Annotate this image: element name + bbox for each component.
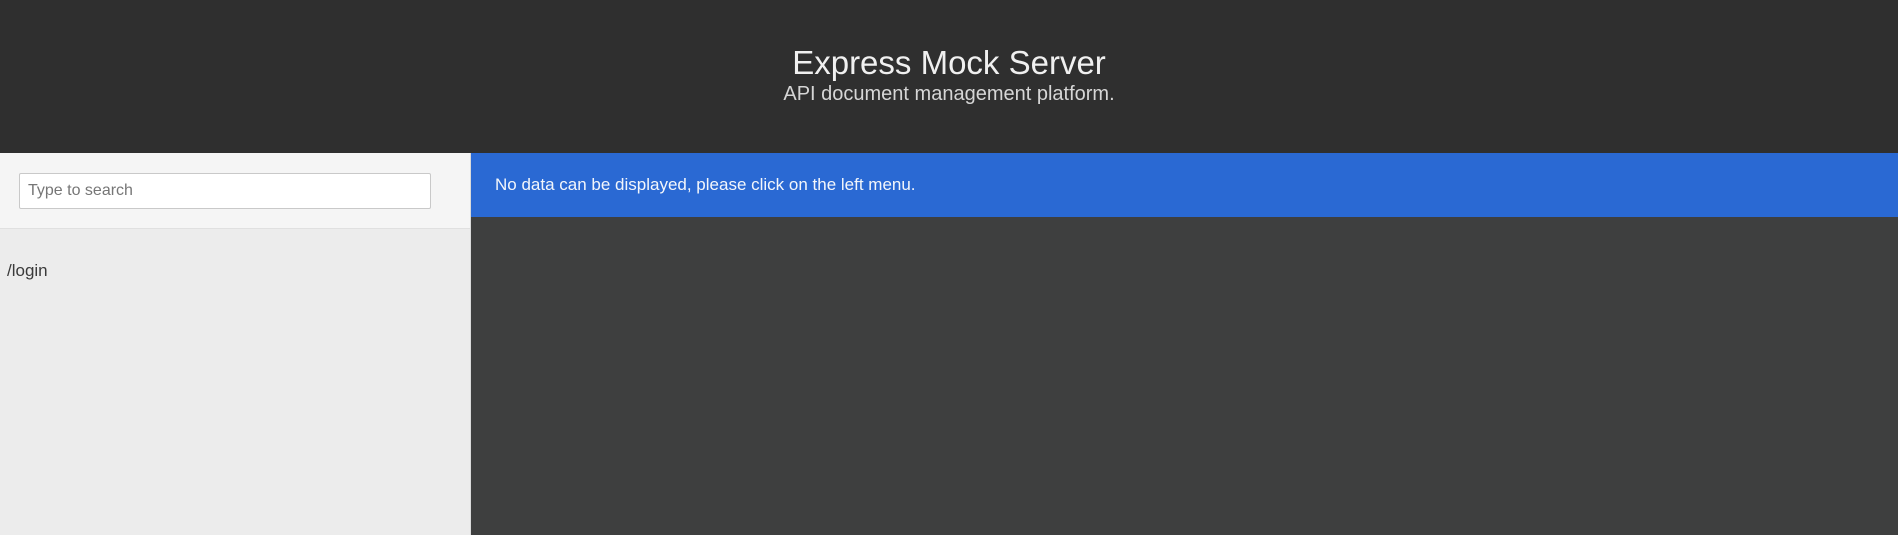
page-subtitle: API document management platform. [783,83,1115,105]
main-content: No data can be displayed, please click o… [471,153,1898,535]
search-area [0,153,470,229]
sidebar-item-login[interactable]: /login [7,261,470,281]
sidebar-menu: /login [0,229,470,281]
search-input[interactable] [19,173,431,209]
info-notice: No data can be displayed, please click o… [471,153,1898,217]
page-header: Express Mock Server API document managem… [0,0,1898,153]
sidebar: /login [0,153,471,535]
page-title: Express Mock Server [792,44,1106,81]
